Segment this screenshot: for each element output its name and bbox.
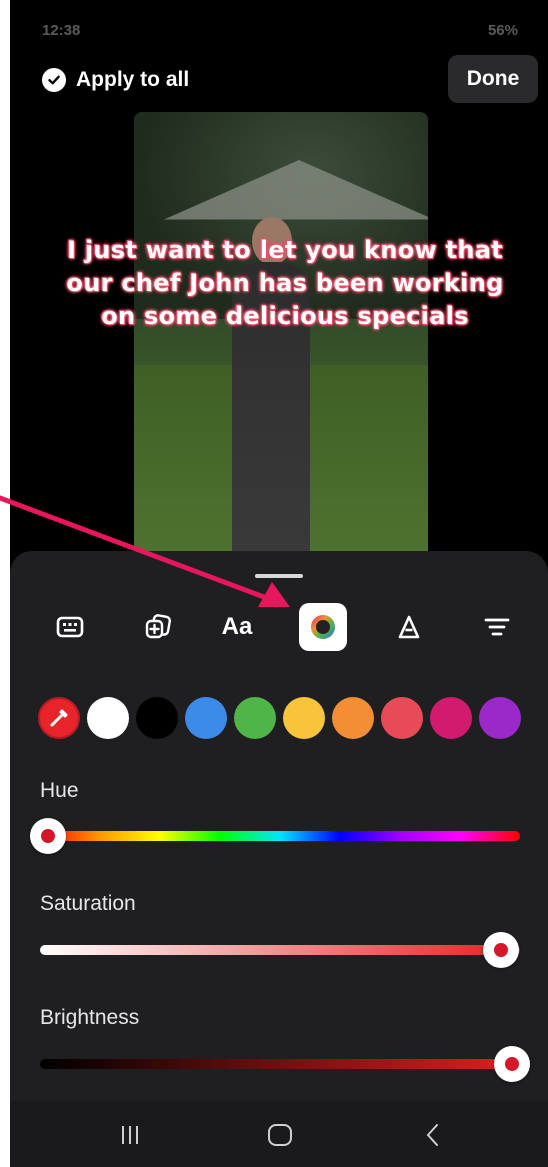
annotation-arrow (0, 495, 290, 607)
arrow-line (0, 495, 283, 606)
